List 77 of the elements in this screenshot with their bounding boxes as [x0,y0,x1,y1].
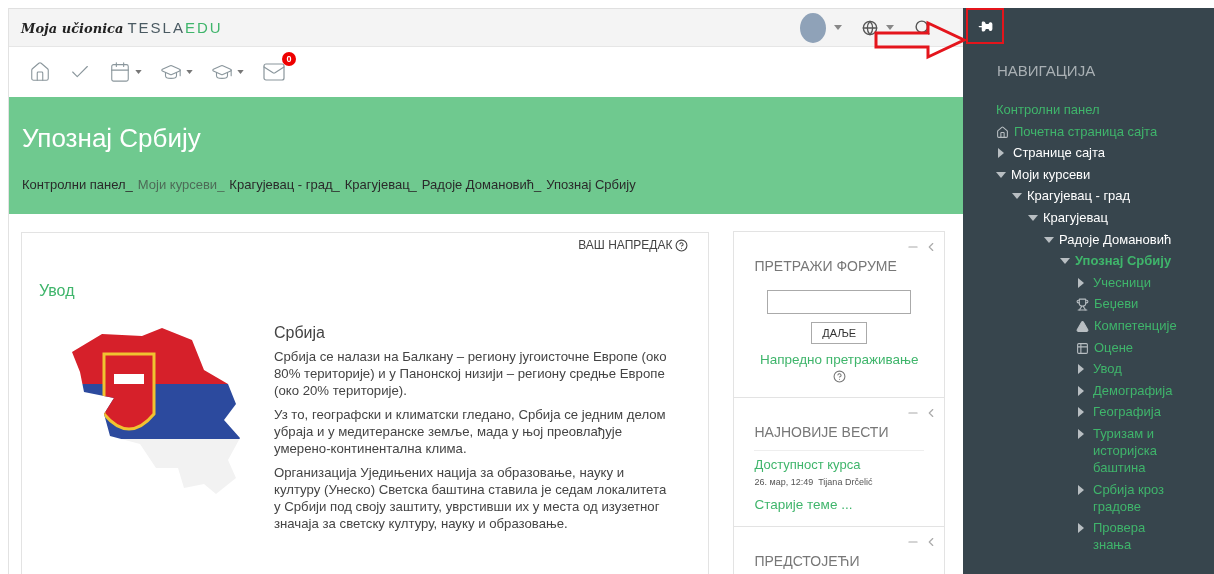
expanded-caret-icon[interactable] [1028,214,1038,221]
article-paragraph: Организација Уједињених нација за образовање, науку и културу (Унеско) Светска баштина ставила је седам локалитета у Србији под своју заштиту, уврстивши их у места од изузетног значаја за светску културу, науку и образовање. [274,464,668,532]
course-title: Упознај Србију [22,123,202,154]
collapsed-caret-icon[interactable] [998,148,1004,159]
messages-button[interactable]: 0 [262,50,296,84]
expanded-caret-icon[interactable] [1060,258,1070,265]
caret-icon [237,70,244,74]
table-icon [1076,341,1089,355]
logo-brand-accent: EDU [184,19,223,36]
caret-icon [186,70,193,74]
home-button[interactable] [29,61,51,83]
news-link[interactable]: Доступност курса [754,450,924,472]
breadcrumb-link[interactable]: Контролни панел_ [22,177,133,192]
breadcrumb-link[interactable]: Крагујевац_ [344,177,417,192]
go-button[interactable]: ДАЉЕ [811,322,868,344]
breadcrumb-link[interactable]: Упознај Србију [546,177,636,192]
nav-link[interactable]: Оцене [1094,338,1134,356]
search-input[interactable] [767,290,912,314]
caret-icon [135,70,142,74]
expanded-caret-icon[interactable] [1012,193,1022,200]
pin-icon[interactable] [977,18,993,34]
expanded-caret-icon[interactable] [1044,236,1054,243]
nav-link[interactable]: Контролни панел [996,101,1100,118]
caret-icon[interactable] [886,25,894,30]
breadcrumb-link[interactable]: Моји курсеви_ [137,177,225,192]
navigation-title: НАВИГАЦИЈА [997,62,1097,79]
help-icon[interactable] [832,370,846,383]
nav-link[interactable]: Географија [1093,403,1161,421]
triangle-icon [1076,319,1089,333]
nav-link[interactable]: Беџеви [1094,295,1139,313]
caret-icon[interactable] [834,25,842,30]
collapsed-caret-icon[interactable] [1078,277,1084,288]
collapsed-caret-icon[interactable] [1078,428,1084,439]
logo-script: Moja učionica [21,21,124,36]
nav-link[interactable]: Крагујевац [1043,208,1108,226]
nav-link[interactable]: Почетна страница сајта [1014,122,1158,140]
older-topics-link[interactable]: Старије теме ... [754,497,924,512]
trophy-icon [1076,298,1089,312]
advanced-search-link[interactable]: Напредно претраживање [754,352,924,367]
collapsed-caret-icon[interactable] [1078,484,1084,495]
breadcrumb-link[interactable]: Радоје Домановић_ [421,177,542,192]
nav-link[interactable]: Упознај Србију [1075,252,1172,270]
collapsed-caret-icon[interactable] [1078,407,1084,418]
article-paragraph: Србија се налази на Балкану – региону југоисточне Европе (око 80% територије) и у Панонској низији – региону средње Европе (око 20% територије). [274,348,668,399]
block-title: НАЈНОВИЈЕ ВЕСТИ [754,424,890,440]
home-icon [996,125,1009,139]
article-heading: Србија [274,324,326,341]
envelope-icon [262,60,286,84]
collapsed-caret-icon[interactable] [1078,364,1084,375]
nav-link[interactable]: Туризам и историјска баштина [1093,424,1184,476]
collapsed-caret-icon[interactable] [1078,523,1084,534]
collapsed-caret-icon[interactable] [1078,385,1084,396]
globe-icon[interactable] [862,19,878,36]
nav-link[interactable]: Радоје Домановић [1059,230,1172,248]
expanded-caret-icon[interactable] [996,171,1006,178]
nav-link[interactable]: Учесници [1093,273,1151,291]
message-count-badge: 0 [282,52,296,66]
nav-link[interactable]: Увод [1093,360,1122,378]
nav-link[interactable]: Моји курсеви [1011,165,1091,183]
nav-link[interactable]: Демографија [1093,381,1173,399]
article-paragraph: Уз то, географски и климатски гледано, Србија се једним делом убраја и у медитеранске земље, мада у њој преовлађује умерено-континентална клима. [274,406,667,457]
breadcrumb-link[interactable]: Крагујевац - град_ [229,177,340,192]
site-logo[interactable]: Moja učionica TESLAEDU [21,19,223,36]
section-title: Увод [39,282,76,300]
progress-label: ВАШ НАПРЕДАК [578,238,673,252]
nav-link[interactable]: Крагујевац - град [1027,187,1131,205]
nav-link[interactable]: Странице сајта [1013,144,1106,162]
nav-link[interactable]: Компетенције [1094,316,1177,334]
block-title: ПРЕТРАЖИ ФОРУМЕ [754,258,898,274]
help-icon[interactable] [675,238,689,252]
calendar-button[interactable] [109,61,142,83]
logo-brand: TESLA [127,19,185,36]
news-date: 26. мар, 12:49 [754,477,814,487]
nav-link[interactable]: Србија кроз градове [1093,480,1184,515]
nav-link[interactable]: Провера знања [1093,519,1184,554]
news-author: Tijana Drčelić [818,477,873,487]
block-title: ПРЕДСТОЈЕЋИ [754,553,861,569]
